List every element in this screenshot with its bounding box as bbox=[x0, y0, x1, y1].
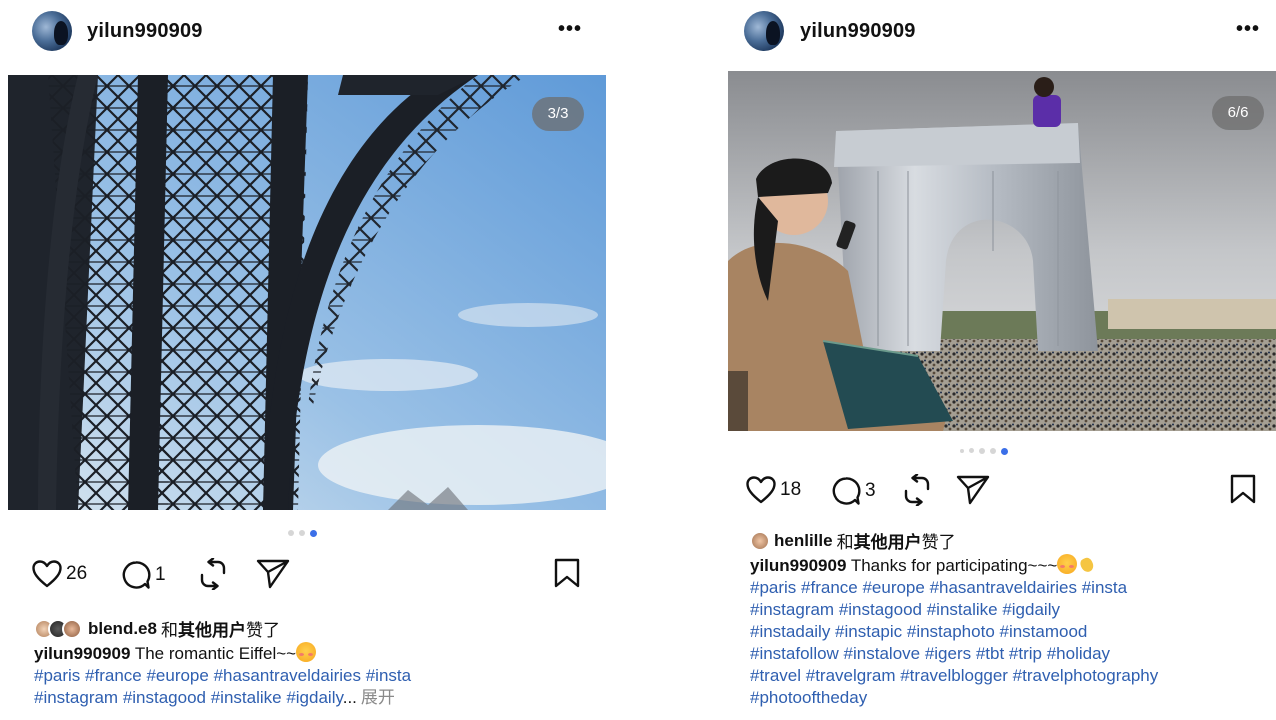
smiling-face-hearts-icon bbox=[1057, 554, 1078, 574]
carousel-dot[interactable] bbox=[960, 449, 964, 453]
comment-icon bbox=[832, 477, 861, 505]
avatar[interactable] bbox=[744, 11, 784, 51]
smiling-face-hearts-icon bbox=[296, 642, 317, 662]
username[interactable]: yilun990909 bbox=[800, 20, 916, 43]
action-bar: 18 3 bbox=[728, 472, 1276, 512]
hashtag-line[interactable]: #instagram #instagood #instalike #igdail… bbox=[34, 688, 343, 707]
liked-by-line: henlille 和 其他用户 赞了 bbox=[750, 528, 956, 553]
like-count: 18 bbox=[780, 479, 802, 500]
like-button[interactable]: 26 bbox=[32, 560, 87, 588]
caption-ellipsis: ... bbox=[342, 688, 357, 707]
liked-by-suffix: 赞了 bbox=[921, 533, 956, 552]
liked-by-suffix: 赞了 bbox=[245, 621, 280, 640]
carousel-dot[interactable] bbox=[969, 448, 974, 453]
carousel-dot[interactable] bbox=[979, 448, 985, 454]
repost-icon bbox=[200, 558, 226, 590]
liked-by-username[interactable]: henlille bbox=[774, 531, 833, 551]
post-caption: yilun990909 Thanks for participating~~~ … bbox=[750, 554, 1276, 709]
avatar[interactable] bbox=[750, 530, 770, 551]
bookmark-button[interactable] bbox=[554, 558, 580, 588]
eiffel-photo bbox=[8, 75, 606, 510]
like-count: 26 bbox=[66, 563, 88, 584]
liked-by-others[interactable]: 其他用户 bbox=[178, 616, 246, 641]
hashtag-line[interactable]: #instadaily #instapic #instaphoto #insta… bbox=[750, 621, 1276, 643]
bookmark-icon bbox=[554, 558, 580, 588]
repost-button[interactable] bbox=[902, 474, 932, 506]
carousel-dot[interactable] bbox=[299, 530, 305, 536]
expand-caption-link[interactable]: 展开 bbox=[361, 688, 395, 707]
liked-by-and: 和 bbox=[836, 533, 854, 552]
hashtag-line[interactable]: #paris #france #europe #hasantraveldairi… bbox=[34, 665, 604, 687]
avatar[interactable] bbox=[32, 11, 72, 51]
bookmark-button[interactable] bbox=[1230, 474, 1256, 504]
send-button[interactable] bbox=[256, 558, 290, 590]
post-header: yilun990909 ••• bbox=[728, 0, 1276, 72]
repost-button[interactable] bbox=[198, 558, 228, 590]
image-counter: 3/3 bbox=[532, 97, 584, 131]
carousel-dots bbox=[288, 530, 317, 537]
post-card-right: yilun990909 ••• 6/6 18 3 henlille 和 其他用户… bbox=[728, 0, 1276, 707]
arc-de-triomphe-photo bbox=[728, 71, 1276, 431]
comment-count: 3 bbox=[865, 480, 876, 501]
comment-button[interactable]: 3 bbox=[831, 476, 876, 506]
post-caption: yilun990909 The romantic Eiffel~~ #paris… bbox=[34, 642, 604, 709]
caption-username[interactable]: yilun990909 bbox=[34, 644, 130, 663]
carousel-dot-active[interactable] bbox=[1001, 448, 1008, 455]
carousel-dot-active[interactable] bbox=[310, 530, 317, 537]
heart-icon bbox=[32, 560, 62, 588]
hashtag-line[interactable]: #instafollow #instalove #igers #tbt #tri… bbox=[750, 643, 1276, 665]
send-button[interactable] bbox=[956, 474, 990, 506]
liked-by-and: 和 bbox=[160, 621, 178, 640]
like-button[interactable]: 18 bbox=[746, 476, 801, 504]
comment-icon bbox=[122, 561, 151, 589]
carousel-dot[interactable] bbox=[990, 448, 996, 454]
comment-count: 1 bbox=[155, 564, 166, 585]
action-bar: 26 1 bbox=[8, 556, 606, 596]
send-icon bbox=[956, 475, 990, 505]
post-header: yilun990909 ••• bbox=[8, 0, 606, 72]
caption-username[interactable]: yilun990909 bbox=[750, 556, 846, 575]
liked-by-username[interactable]: blend.e8 bbox=[88, 619, 157, 639]
liked-by-others[interactable]: 其他用户 bbox=[854, 528, 922, 553]
avatar[interactable] bbox=[62, 618, 82, 639]
hashtag-line[interactable]: #paris #france #europe #hasantraveldairi… bbox=[750, 577, 1276, 599]
post-image-arc[interactable]: 6/6 bbox=[728, 71, 1276, 431]
heart-icon bbox=[746, 476, 776, 504]
comment-button[interactable]: 1 bbox=[121, 560, 166, 590]
username[interactable]: yilun990909 bbox=[87, 20, 203, 43]
repost-icon bbox=[904, 474, 930, 506]
image-counter: 6/6 bbox=[1212, 96, 1264, 130]
hashtag-line[interactable]: #travel #travelgram #travelblogger #trav… bbox=[750, 665, 1276, 687]
post-image-eiffel[interactable]: 3/3 bbox=[8, 75, 606, 510]
carousel-dot[interactable] bbox=[288, 530, 294, 536]
clapping-hands-icon bbox=[1077, 554, 1097, 574]
send-icon bbox=[256, 559, 290, 589]
hashtag-line[interactable]: #photooftheday bbox=[750, 687, 1276, 709]
bookmark-icon bbox=[1230, 474, 1256, 504]
more-icon[interactable]: ••• bbox=[558, 18, 582, 41]
caption-text: The romantic Eiffel~~ bbox=[134, 644, 297, 663]
hashtag-line[interactable]: #instagram #instagood #instalike #igdail… bbox=[750, 599, 1276, 621]
liked-by-line: blend.e8 和 其他用户 赞了 bbox=[34, 616, 280, 641]
carousel-dots bbox=[960, 448, 1008, 455]
caption-text: Thanks for participating~~~ bbox=[850, 556, 1058, 575]
more-icon[interactable]: ••• bbox=[1236, 18, 1260, 41]
post-card-left: yilun990909 ••• 3/3 26 1 blend.e8 和 其他用户… bbox=[8, 0, 606, 707]
